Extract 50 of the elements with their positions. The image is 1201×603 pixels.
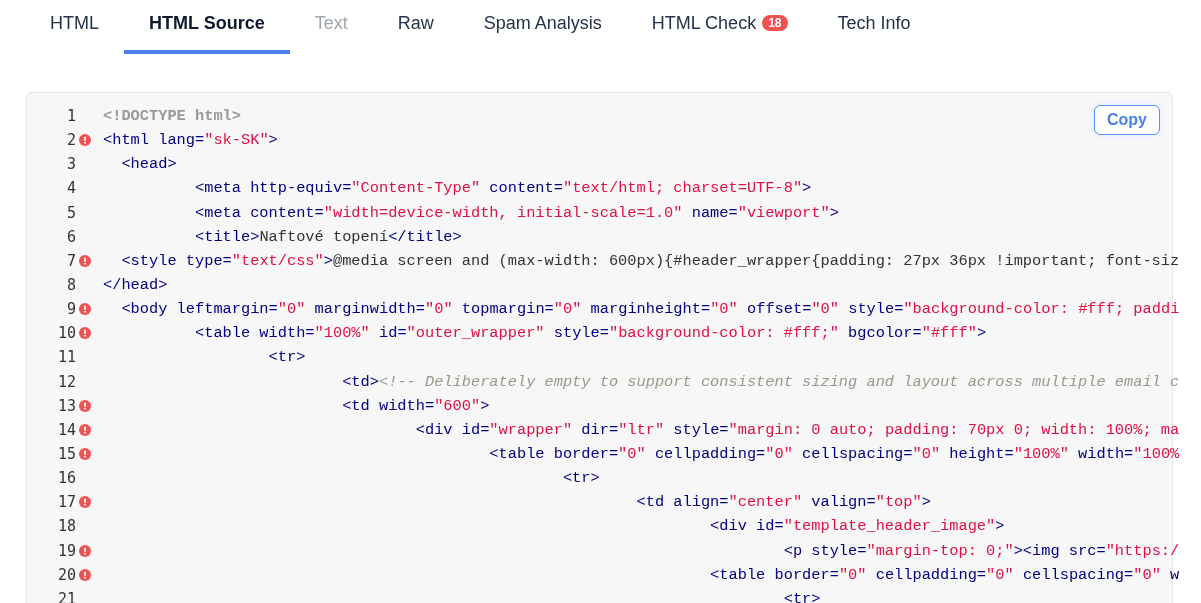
code-line: <meta content="width=device-width, initial-scale=1.0" name="viewport"> [193,203,839,222]
line-number: 11 [57,348,76,367]
tab[interactable]: HTML [25,0,124,54]
tab[interactable]: Tech Info [812,0,936,54]
copy-button[interactable]: Copy [1094,105,1160,135]
line-number: 18 [57,517,76,536]
code-line: <tr> [782,589,821,603]
line-number: 14 [57,420,76,439]
tab[interactable]: HTML Check 18 [626,0,813,54]
code-line: <td width="600"> [341,396,490,415]
code-line: <table border="0" cellpadding="0" cellspacing="0" height="100%" width="100% [488,445,1180,464]
code-line: <td align="center" valign="top"> [635,493,931,512]
code-line: <div id="template_header_image"> [709,517,1005,536]
code-line: <html lang="sk-SK"> [103,131,278,150]
line-number: 17 [57,493,76,512]
line-number: 20 [57,565,76,584]
code-line: <!DOCTYPE html> [103,107,241,126]
code-line: <table width="100%" id="outer_wrapper" style="background-color: #fff;" bgcolor="#fff"> [193,324,987,343]
line-number: 5 [66,203,76,222]
code-line: <style type="text/css">@media screen and (max-width: 600px){#header_wrapper{padding: 27px 36px !important; font-siz [120,251,1180,270]
line-number: 19 [57,541,76,560]
line-number: 10 [57,324,76,343]
line-number: 21 [57,589,76,603]
code-line: <title>Naftové topení</title> [193,227,462,246]
code-line: <div id="wrapper" dir="ltr" style="margin: 0 auto; padding: 70px 0; width: 100%; ma [414,420,1180,439]
code-line: <tr> [267,348,306,367]
line-number: 12 [57,372,76,391]
line-number: 16 [57,469,76,488]
line-number: 3 [66,155,76,174]
code-line: <tr> [561,469,600,488]
tab[interactable]: HTML Source [124,0,290,54]
line-number: 8 [66,276,76,295]
line-number: 6 [66,227,76,246]
code-line: <body leftmargin="0" marginwidth="0" topmargin="0" marginheight="0" offset="0" style="background-color: #fff; paddi [120,300,1180,319]
tab[interactable]: Spam Analysis [458,0,627,54]
count-badge: 18 [762,15,788,31]
line-number: 4 [66,179,76,198]
code-line: <td><!-- Deliberately empty to support consistent sizing and layout across multiple email c [341,372,1180,391]
tab[interactable]: Raw [372,0,459,54]
code-line: <table border="0" cellpadding="0" cellspacing="0" w [709,565,1180,584]
line-number: 15 [57,445,76,464]
line-number: 2 [66,131,76,150]
line-number: 1 [66,107,76,126]
code-line: </head> [103,276,168,295]
line-number: 13 [57,396,76,415]
line-number: 7 [66,251,76,270]
code-line: <head> [120,155,177,174]
line-number: 9 [66,300,76,319]
code-line: <meta http-equiv="Content-Type" content="text/html; charset=UTF-8"> [193,179,812,198]
code-line: <p style="margin-top: 0;"><img src="https:/ [782,541,1180,560]
